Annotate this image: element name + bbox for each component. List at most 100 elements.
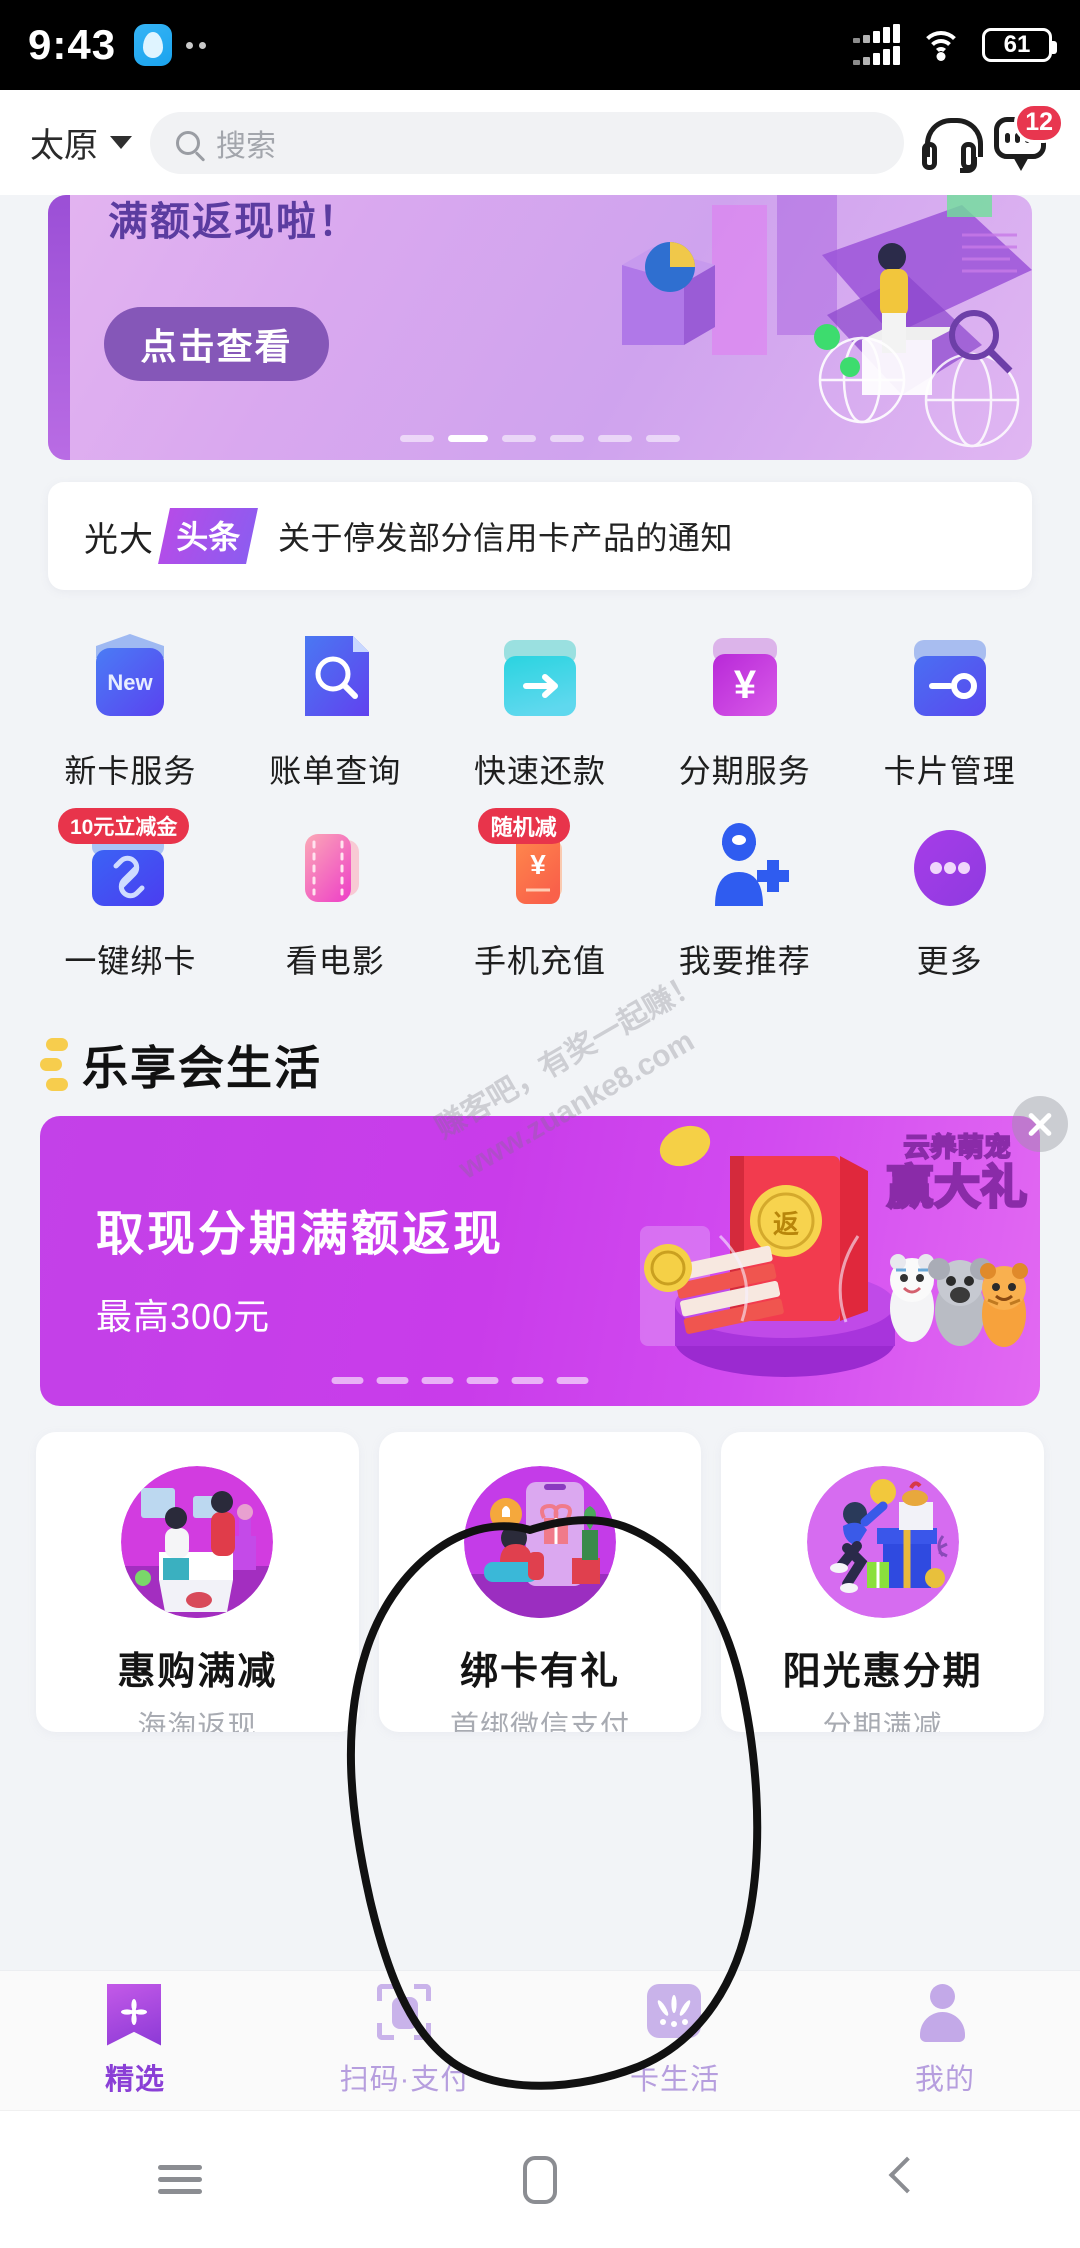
search-icon bbox=[176, 130, 200, 155]
running-gift-illustration bbox=[806, 1466, 959, 1618]
city-selector[interactable]: 太原 bbox=[30, 118, 132, 167]
nav-tab-featured[interactable]: 精选 bbox=[0, 1983, 270, 2098]
promo-subtitle: 最高300元 bbox=[96, 1296, 271, 1337]
quick-actions-grid: New 新卡服务 账单查询 快速还款 ¥ 分期服务 卡片管理 10元立减金 一键… bbox=[0, 590, 1080, 988]
promo-title: 取现分期满额返现 bbox=[96, 1208, 505, 1261]
feature-card-bindcard[interactable]: 绑卡有礼 首绑微信支付 领10元微信立减金 bbox=[378, 1432, 702, 1732]
back-icon[interactable] bbox=[887, 2158, 913, 2202]
section-title: 乐享会生活 bbox=[82, 1042, 322, 1094]
installment-icon: ¥ bbox=[693, 624, 797, 728]
feature-card-sub1: 海淘返现 bbox=[137, 1711, 258, 1732]
nav-label: 我的 bbox=[914, 2063, 975, 2096]
hero-illustration bbox=[622, 195, 1032, 448]
hero-cta-button[interactable]: 点击查看 bbox=[104, 307, 329, 381]
home-icon[interactable] bbox=[523, 2155, 557, 2204]
promo-overlay-text: 云养萌宠 赢大礼 bbox=[886, 1132, 1029, 1213]
life-section-header: 乐享会生活 bbox=[0, 988, 1080, 1116]
battery-icon: 61 bbox=[982, 28, 1057, 62]
quick-action-label: 手机充值 bbox=[473, 943, 606, 979]
refer-friend-icon bbox=[693, 814, 797, 918]
messages-button[interactable]: 12 bbox=[994, 102, 1064, 171]
news-headline: 关于停发部分信用卡产品的通知 bbox=[278, 520, 734, 556]
quick-action-mobile-topup[interactable]: 随机减 ¥ 手机充值 bbox=[438, 808, 643, 982]
mobile-topup-badge: 随机减 bbox=[477, 808, 570, 844]
scan-code-icon bbox=[377, 1983, 433, 2044]
svg-text:¥: ¥ bbox=[734, 663, 757, 707]
feature-card-installment[interactable]: 阳光惠分期 分期满减 0手续费 bbox=[721, 1432, 1044, 1732]
quick-action-installment[interactable]: ¥ 分期服务 bbox=[642, 624, 847, 792]
quick-action-label: 更多 bbox=[916, 943, 983, 979]
search-placeholder: 搜索 bbox=[216, 129, 276, 163]
hero-left-tab bbox=[48, 195, 70, 460]
bookmark-icon bbox=[107, 1983, 163, 2046]
quick-action-refer[interactable]: 我要推荐 bbox=[642, 814, 847, 982]
message-count-badge: 12 bbox=[1014, 102, 1064, 143]
hero-banner[interactable]: 满额返现啦！ 点击查看 bbox=[48, 195, 1032, 460]
shopping-illustration bbox=[121, 1466, 274, 1618]
quick-action-bill-search[interactable]: 账单查询 bbox=[233, 624, 438, 792]
fast-repay-icon bbox=[488, 624, 592, 728]
promo-overlay-line2: 赢大礼 bbox=[886, 1161, 1029, 1213]
news-tag-label: 头条 bbox=[176, 519, 241, 555]
more-dots-icon bbox=[898, 814, 1002, 918]
quick-action-more[interactable]: 更多 bbox=[847, 814, 1052, 982]
bind-card-badge: 10元立减金 bbox=[58, 808, 190, 844]
promo-pagination-dots[interactable] bbox=[331, 1377, 589, 1384]
status-bar: 9:43 61 bbox=[0, 0, 1080, 90]
news-section: 光大 头条 关于停发部分信用卡产品的通知 bbox=[0, 460, 1080, 590]
svg-text:返: 返 bbox=[773, 1209, 799, 1239]
search-input[interactable]: 搜索 bbox=[150, 111, 904, 174]
customer-service-button[interactable] bbox=[922, 116, 983, 173]
quick-action-card-manage[interactable]: 卡片管理 bbox=[847, 624, 1052, 792]
person-icon bbox=[917, 1983, 973, 2044]
quick-action-label: 新卡服务 bbox=[64, 753, 197, 789]
nav-tab-mine[interactable]: 我的 bbox=[810, 1983, 1080, 2098]
movie-icon bbox=[283, 814, 387, 918]
promo-overlay-line1: 云养萌宠 bbox=[902, 1132, 1012, 1162]
app-header: 太原 搜索 12 bbox=[0, 90, 1080, 195]
nav-label: 精选 bbox=[104, 2063, 165, 2096]
quick-action-movie[interactable]: 看电影 bbox=[233, 814, 438, 982]
feature-card-title: 绑卡有礼 bbox=[459, 1651, 620, 1693]
feature-card-sub1: 分期满减 bbox=[822, 1711, 943, 1732]
signal-bars-icon bbox=[853, 24, 900, 65]
nav-tab-card-life[interactable]: 卡生活 bbox=[540, 1983, 810, 2098]
hero-pagination-dots[interactable] bbox=[400, 435, 680, 442]
wifi-icon bbox=[920, 29, 962, 61]
quick-action-label: 我要推荐 bbox=[678, 943, 811, 979]
three-dash-accent-icon bbox=[40, 1038, 68, 1092]
app-notification-icon bbox=[134, 24, 173, 66]
city-label: 太原 bbox=[30, 127, 98, 165]
new-card-icon: New bbox=[78, 624, 182, 728]
promo-banner-section: 取现分期满额返现 最高300元 返 云养萌宠 赢大礼 bbox=[0, 1096, 1080, 1406]
quick-action-new-card[interactable]: New 新卡服务 bbox=[28, 624, 233, 792]
nav-label: 卡生活 bbox=[629, 2063, 720, 2096]
quick-action-label: 卡片管理 bbox=[883, 753, 1016, 789]
bottom-navigation: 精选 扫码·支付 卡生活 我的 bbox=[0, 1970, 1080, 2110]
close-icon[interactable] bbox=[1012, 1096, 1068, 1152]
recents-icon[interactable] bbox=[158, 2158, 202, 2201]
system-navigation-bar bbox=[0, 2110, 1080, 2248]
quick-action-label: 账单查询 bbox=[269, 753, 402, 789]
quick-action-bind-card[interactable]: 10元立减金 一键绑卡 bbox=[28, 808, 233, 982]
news-tag-badge: 头条 bbox=[158, 508, 258, 564]
quick-action-label: 一键绑卡 bbox=[64, 943, 197, 979]
nav-tab-scan-pay[interactable]: 扫码·支付 bbox=[270, 1983, 540, 2098]
status-more-dots-icon bbox=[186, 41, 207, 49]
card-manage-icon bbox=[898, 624, 1002, 728]
svg-text:¥: ¥ bbox=[530, 849, 546, 880]
quick-action-label: 快速还款 bbox=[473, 753, 606, 789]
battery-level: 61 bbox=[1003, 31, 1031, 58]
feature-card-huigou[interactable]: 惠购满减 海淘返现 每月最高200美金 bbox=[36, 1432, 359, 1732]
feature-card-sub1: 首绑微信支付 bbox=[449, 1711, 630, 1732]
headset-icon bbox=[922, 116, 983, 173]
nav-label: 扫码·支付 bbox=[339, 2063, 471, 2096]
news-banner[interactable]: 光大 头条 关于停发部分信用卡产品的通知 bbox=[48, 482, 1032, 590]
gift-phone-illustration bbox=[463, 1466, 616, 1618]
bill-search-icon bbox=[283, 624, 387, 728]
status-time: 9:43 bbox=[28, 21, 117, 68]
promo-banner[interactable]: 取现分期满额返现 最高300元 返 云养萌宠 赢大礼 bbox=[40, 1116, 1040, 1406]
news-brand-label: 光大 bbox=[84, 520, 154, 559]
quick-action-fast-repay[interactable]: 快速还款 bbox=[438, 624, 643, 792]
feature-card-title: 惠购满减 bbox=[117, 1651, 278, 1693]
